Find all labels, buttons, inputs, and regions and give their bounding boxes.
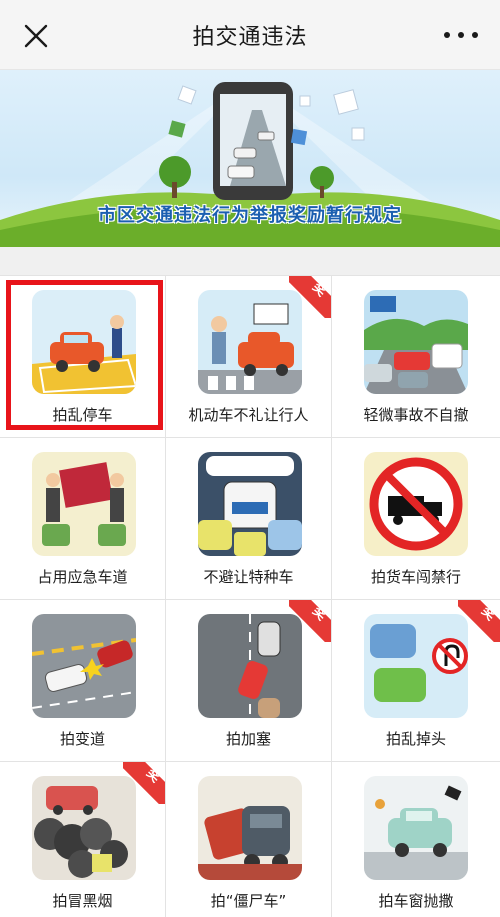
item-label: 占用应急车道 <box>37 568 128 586</box>
item-label: 拍车窗抛撒 <box>378 892 454 910</box>
grid-item-window-littering[interactable]: 拍车窗抛撒 <box>332 762 500 917</box>
top-bar: 拍交通违法 <box>0 0 500 70</box>
grid-item-illegal-uturn[interactable]: 拍乱掉头 奖 <box>332 600 500 762</box>
grid-item-emergency-lane[interactable]: 占用应急车道 <box>0 438 166 600</box>
grid-item-black-smoke[interactable]: 拍冒黑烟 奖 <box>0 762 166 917</box>
black-smoke-icon <box>32 776 136 880</box>
no-truck-sign-icon <box>364 452 468 556</box>
more-dots-icon[interactable] <box>444 28 478 42</box>
banner[interactable]: 市区交通违法行为举报奖励暂行规定 <box>0 70 500 247</box>
item-label: 不避让特种车 <box>203 568 294 586</box>
close-icon[interactable] <box>22 22 50 50</box>
lane-change-icon <box>32 614 136 718</box>
reward-badge: 奖 <box>289 600 331 642</box>
emergency-lane-icon <box>32 452 136 556</box>
zombie-car-icon <box>198 776 302 880</box>
item-label: 拍乱掉头 <box>385 730 446 748</box>
grid-item-special-vehicle[interactable]: 不避让特种车 <box>166 438 332 600</box>
illegal-uturn-icon <box>364 614 468 718</box>
item-label: 拍冒黑烟 <box>52 892 113 910</box>
window-littering-icon <box>364 776 468 880</box>
grid-item-cut-in[interactable]: 拍加塞 奖 <box>166 600 332 762</box>
section-divider <box>0 247 500 275</box>
item-label: 拍加塞 <box>225 730 271 748</box>
item-label: 拍货车闯禁行 <box>370 568 461 586</box>
illegal-parking-icon <box>32 290 136 394</box>
grid-item-zombie-car[interactable]: 拍“僵尸车” <box>166 762 332 917</box>
page-title: 拍交通违法 <box>192 24 308 50</box>
item-label: 拍乱停车 <box>52 406 113 424</box>
item-label: 拍“僵尸车” <box>210 892 287 910</box>
reward-badge: 奖 <box>123 762 165 804</box>
minor-accident-icon <box>364 290 468 394</box>
item-label: 机动车不礼让行人 <box>188 406 309 424</box>
grid-item-lane-change[interactable]: 拍变道 <box>0 600 166 762</box>
grid-item-illegal-parking[interactable]: 拍乱停车 <box>0 276 166 438</box>
grid-item-minor-accident[interactable]: 轻微事故不自撤 <box>332 276 500 438</box>
grid-item-truck-prohibited[interactable]: 拍货车闯禁行 <box>332 438 500 600</box>
banner-caption: 市区交通违法行为举报奖励暂行规定 <box>98 205 402 226</box>
item-label: 轻微事故不自撤 <box>363 406 469 424</box>
grid-item-not-yield-pedestrian[interactable]: 机动车不礼让行人 奖 <box>166 276 332 438</box>
not-yield-pedestrian-icon <box>198 290 302 394</box>
special-vehicle-icon <box>198 452 302 556</box>
reward-badge: 奖 <box>458 600 500 642</box>
item-label: 拍变道 <box>59 730 105 748</box>
violation-grid: 拍乱停车 机动车不礼让行人 奖 轻微事故不自撤 占用应急车道 不避让特种车 拍货… <box>0 275 500 917</box>
cut-in-icon <box>198 614 302 718</box>
reward-badge: 奖 <box>289 276 331 318</box>
